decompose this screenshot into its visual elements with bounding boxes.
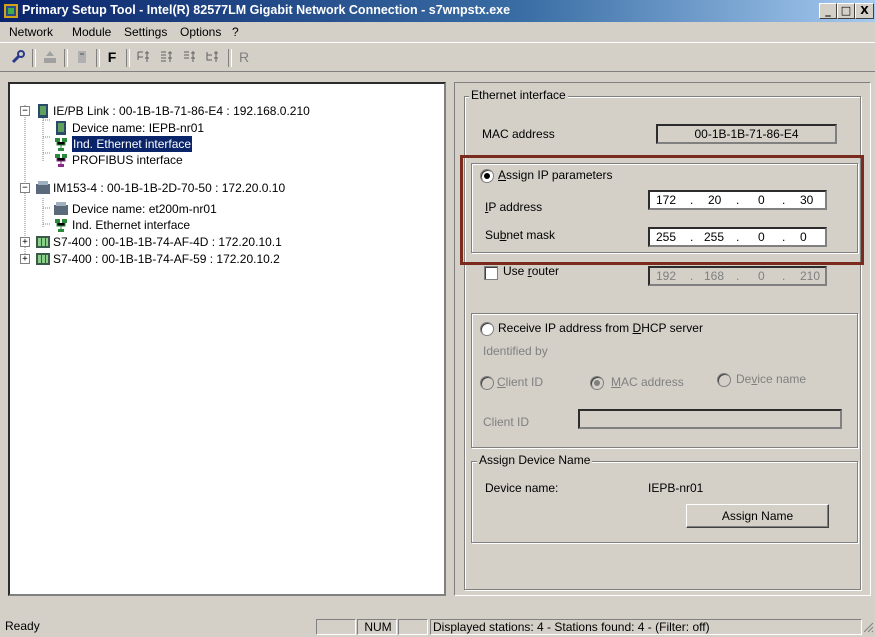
network-tree[interactable]: − IE/PB Link : 00-1B-1B-71-86-E4 : 192.1…	[8, 82, 446, 596]
status-empty-1	[316, 619, 356, 635]
device-icon	[56, 121, 66, 135]
mac-address-field: 00-1B-1B-71-86-E4	[656, 124, 837, 144]
router-address-field[interactable]: 192 . 168 . 0 . 210	[648, 266, 827, 286]
mac-address-radio[interactable]	[590, 376, 604, 390]
iepb-device-icon	[38, 104, 48, 118]
s7-cpu-icon	[36, 253, 50, 265]
status-stations: Displayed stations: 4 - Stations found: …	[430, 619, 862, 635]
load-button[interactable]	[40, 47, 60, 67]
module-icon	[78, 51, 86, 63]
tree-view-icon	[184, 51, 195, 62]
window-title: Primary Setup Tool - Intel(R) 82577LM Gi…	[22, 3, 511, 17]
app-icon	[4, 4, 18, 18]
s7-cpu-icon	[36, 236, 50, 248]
client-id-label: Client ID	[483, 415, 530, 429]
minimize-button[interactable]: _	[819, 3, 837, 19]
tree-view-icon	[161, 51, 172, 62]
status-ready: Ready	[5, 619, 40, 633]
ethernet-icon	[55, 219, 67, 232]
status-num: NUM	[357, 619, 397, 635]
collapse-icon[interactable]: −	[20, 106, 30, 116]
client-id-radio[interactable]	[480, 376, 494, 390]
menu-network[interactable]: Network	[9, 25, 53, 39]
flash-button[interactable]: F	[102, 47, 122, 67]
tree-icon-button-3[interactable]	[180, 47, 200, 67]
menu-options[interactable]: Options	[180, 25, 221, 39]
mac-address-label: MAC address	[482, 127, 555, 141]
collapse-icon[interactable]: −	[20, 183, 30, 193]
device-name-radio[interactable]	[717, 373, 731, 387]
assign-name-button[interactable]: Assign Name	[686, 504, 829, 528]
highlight-box	[460, 155, 864, 265]
tree-icon-button-2[interactable]	[157, 47, 177, 67]
use-router-checkbox[interactable]	[484, 266, 498, 280]
dhcp-label: Receive IP address from DHCP server	[498, 321, 703, 335]
mac-address-option-label: MAC address	[611, 375, 684, 389]
menu-settings[interactable]: Settings	[124, 25, 167, 39]
upload-icon	[44, 51, 56, 63]
device-icon	[54, 202, 68, 215]
menu-module[interactable]: Module	[72, 25, 111, 39]
profibus-icon	[55, 154, 67, 167]
menu-bar: Network Module Settings Options ?	[0, 22, 875, 42]
expand-icon[interactable]: +	[20, 237, 30, 247]
expand-icon[interactable]: +	[20, 254, 30, 264]
refresh-button[interactable]: R	[234, 47, 254, 67]
use-router-label: Use router	[503, 264, 560, 278]
dhcp-radio[interactable]	[480, 322, 494, 336]
tree-icon-button-4[interactable]	[203, 47, 223, 67]
assign-device-name-title: Assign Device Name	[477, 453, 593, 467]
tree-view-icon	[137, 51, 149, 62]
status-bar: Ready NUM Displayed stations: 4 - Statio…	[0, 617, 875, 637]
assign-device-name-group	[471, 461, 858, 543]
client-id-field[interactable]	[578, 409, 842, 429]
tree-icon-button-1[interactable]	[134, 47, 154, 67]
ethernet-icon	[55, 138, 67, 151]
tree-view-icon	[206, 51, 218, 62]
menu-help[interactable]: ?	[232, 25, 239, 39]
toolbar: F R	[0, 42, 875, 72]
device-name-value: IEPB-nr01	[648, 481, 704, 495]
ethernet-group-title: Ethernet interface	[469, 88, 568, 102]
identified-by-label: Identified by	[483, 344, 548, 358]
title-bar[interactable]: Primary Setup Tool - Intel(R) 82577LM Gi…	[0, 0, 875, 22]
wrench-icon	[11, 50, 25, 64]
client-id-option-label: Client ID	[497, 375, 544, 389]
resize-grip-icon[interactable]	[862, 621, 874, 633]
et200-device-icon	[36, 181, 50, 194]
status-empty-2	[398, 619, 428, 635]
browse-network-button[interactable]	[8, 47, 28, 67]
module-button[interactable]	[72, 47, 92, 67]
maximize-button[interactable]: □	[837, 3, 855, 19]
device-name-option-label: Device name	[736, 372, 807, 386]
close-button[interactable]: X	[855, 3, 874, 19]
device-name-label: Device name:	[485, 481, 559, 495]
